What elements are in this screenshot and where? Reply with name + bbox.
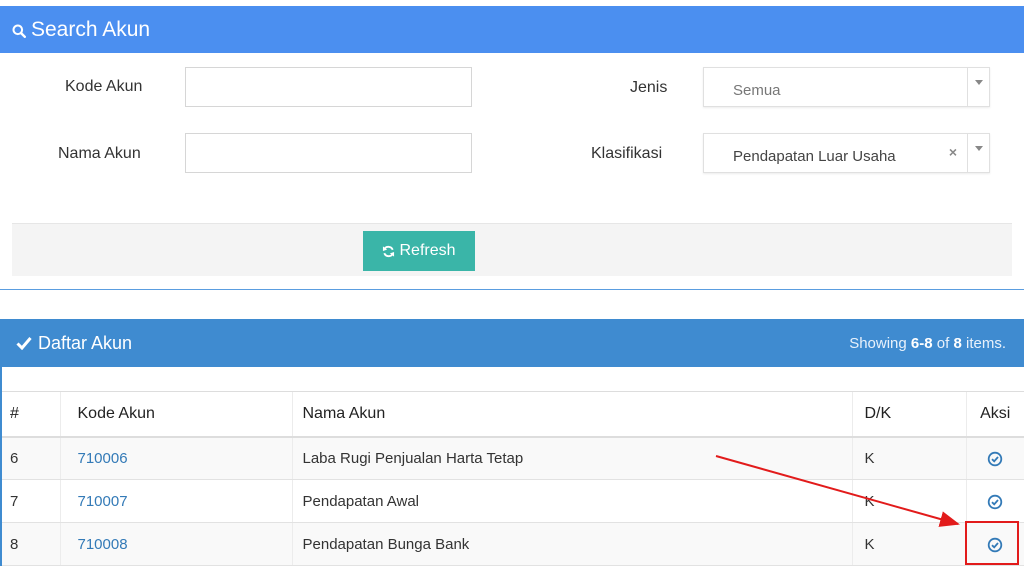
kode-akun-link[interactable]: 710008 bbox=[78, 536, 128, 553]
list-header: Daftar Akun Showing 6-8 of 8 items. bbox=[0, 319, 1024, 367]
column-header-number[interactable]: # bbox=[2, 391, 60, 438]
account-list-panel: Daftar Akun Showing 6-8 of 8 items. # Ko… bbox=[0, 319, 1024, 585]
nama-akun-cell: Laba Rugi Penjualan Harta Tetap bbox=[291, 436, 852, 480]
annotation-highlight-box bbox=[965, 521, 1019, 565]
table-row: 7 710007 Pendapatan Awal K bbox=[2, 479, 1024, 523]
column-header-nama-akun[interactable]: Nama Akun bbox=[291, 391, 852, 438]
nama-akun-cell: Pendapatan Awal bbox=[291, 479, 852, 523]
column-header-aksi: Aksi bbox=[965, 391, 1024, 438]
column-header-dk[interactable]: D/K bbox=[851, 391, 966, 438]
table-row: 8 710008 Pendapatan Bunga Bank K bbox=[2, 522, 1024, 566]
chevron-down-icon[interactable] bbox=[967, 134, 989, 172]
search-title: Search Akun bbox=[31, 17, 151, 41]
checkmark-icon bbox=[16, 337, 32, 350]
row-number: 7 bbox=[2, 479, 60, 523]
summary-range: 6-8 bbox=[910, 334, 933, 352]
dk-cell: K bbox=[851, 479, 966, 523]
kode-akun-label: Kode Akun bbox=[65, 78, 143, 95]
list-title: Daftar Akun bbox=[38, 332, 133, 353]
search-panel: Search Akun Kode Akun Nama Akun Jenis Se… bbox=[0, 6, 1024, 290]
refresh-icon bbox=[383, 245, 395, 257]
nama-akun-label: Nama Akun bbox=[58, 145, 141, 162]
chevron-down-icon[interactable] bbox=[967, 68, 989, 106]
klasifikasi-selected-value: Pendapatan Luar Usaha bbox=[733, 148, 896, 165]
account-table: # Kode Akun Nama Akun D/K Aksi 6 710006 … bbox=[2, 391, 1024, 566]
refresh-label: Refresh bbox=[399, 242, 456, 259]
dk-cell: K bbox=[851, 436, 966, 480]
aksi-cell bbox=[965, 436, 1024, 480]
table-header-row: # Kode Akun Nama Akun D/K Aksi bbox=[2, 391, 1024, 438]
refresh-button[interactable]: Refresh bbox=[363, 231, 475, 271]
dk-cell: K bbox=[851, 522, 966, 566]
jenis-selected-value: Semua bbox=[733, 82, 781, 99]
summary-mid: of bbox=[932, 334, 954, 352]
summary-prefix: Showing bbox=[849, 334, 911, 352]
account-table-wrapper: # Kode Akun Nama Akun D/K Aksi 6 710006 … bbox=[0, 367, 1024, 566]
select-check-icon[interactable] bbox=[987, 451, 1003, 467]
kode-akun-link[interactable]: 710006 bbox=[78, 450, 128, 467]
kode-akun-input[interactable] bbox=[185, 67, 472, 107]
search-footer: Refresh bbox=[12, 223, 1012, 276]
klasifikasi-select[interactable]: Pendapatan Luar Usaha × bbox=[703, 133, 990, 173]
row-number: 8 bbox=[2, 522, 60, 566]
search-icon bbox=[12, 24, 26, 38]
jenis-select[interactable]: Semua bbox=[703, 67, 990, 107]
kode-akun-cell: 710006 bbox=[59, 436, 292, 480]
list-title-group: Daftar Akun bbox=[16, 333, 132, 354]
summary-suffix: items. bbox=[961, 334, 1006, 352]
kode-akun-link[interactable]: 710007 bbox=[78, 493, 128, 510]
aksi-cell bbox=[965, 479, 1024, 523]
nama-akun-cell: Pendapatan Bunga Bank bbox=[291, 522, 852, 566]
pagination-summary: Showing 6-8 of 8 items. bbox=[849, 335, 1006, 352]
nama-akun-input[interactable] bbox=[185, 133, 472, 173]
column-header-kode-akun[interactable]: Kode Akun bbox=[59, 391, 292, 438]
clear-icon[interactable]: × bbox=[949, 144, 957, 160]
jenis-label: Jenis bbox=[630, 79, 668, 96]
table-row: 6 710006 Laba Rugi Penjualan Harta Tetap… bbox=[2, 436, 1024, 480]
klasifikasi-label: Klasifikasi bbox=[591, 145, 663, 162]
row-number: 6 bbox=[2, 436, 60, 480]
kode-akun-cell: 710007 bbox=[59, 479, 292, 523]
search-header: Search Akun bbox=[0, 6, 1024, 53]
summary-total: 8 bbox=[953, 334, 962, 352]
select-check-icon[interactable] bbox=[987, 494, 1003, 510]
kode-akun-cell: 710008 bbox=[59, 522, 292, 566]
